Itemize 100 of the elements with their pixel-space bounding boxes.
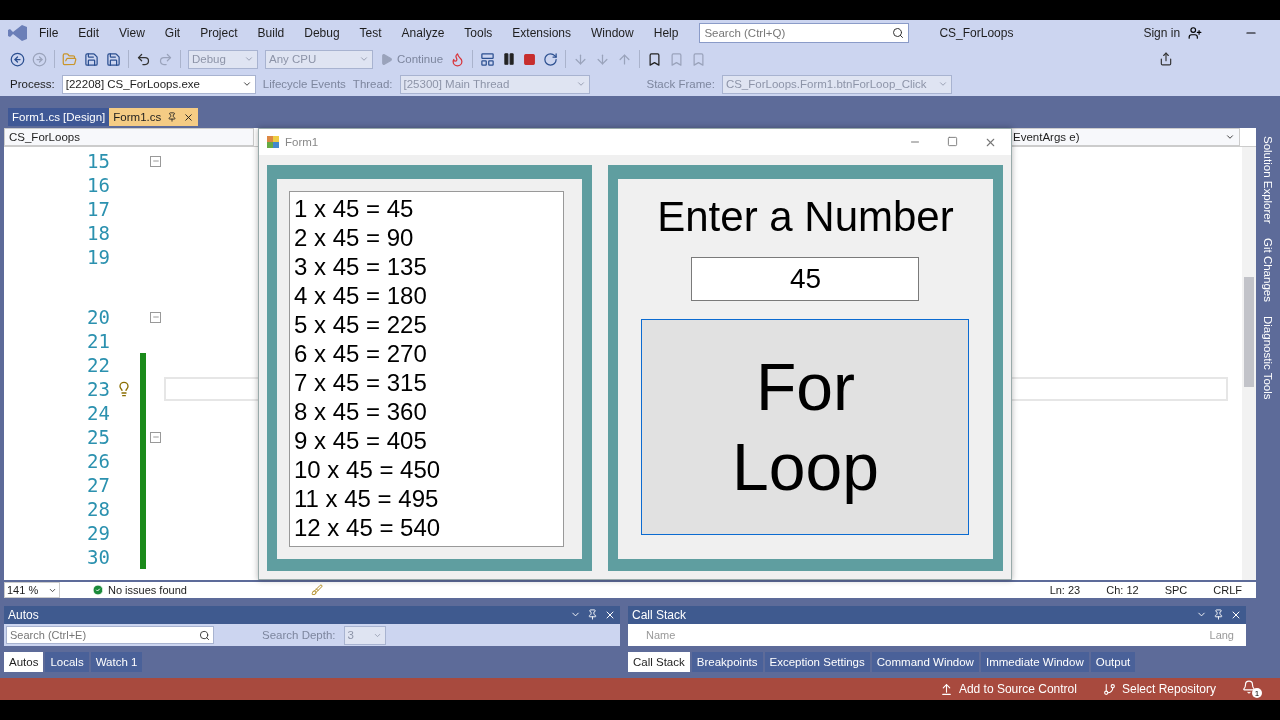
- share-icon[interactable]: [1159, 52, 1173, 66]
- sign-in-link[interactable]: Sign in: [1143, 26, 1181, 40]
- scrollbar[interactable]: [1242, 147, 1256, 580]
- panel-tab[interactable]: Output: [1090, 652, 1136, 672]
- close-icon[interactable]: [183, 111, 195, 123]
- close-icon[interactable]: [1230, 609, 1242, 621]
- menu-item[interactable]: Debug: [295, 23, 349, 43]
- column-indicator[interactable]: Ch: 12: [1106, 584, 1139, 596]
- results-list[interactable]: 1 x 45 = 45 2 x 45 = 90 3 x 45 = 135 4 x 45 = 180 5 x 45 = 225 6 x 45 = 270 7 x 45 = 315 8 x 45 = 360 9 x 45 = 405 10 x 45 = 450 11 x 45 = 495 12 x 45 = 540: [289, 191, 564, 547]
- pause-icon[interactable]: [502, 52, 517, 66]
- stop-icon[interactable]: [523, 52, 537, 66]
- line-number: 23: [86, 378, 110, 400]
- list-item[interactable]: 3 x 45 = 135: [294, 252, 559, 281]
- side-tab[interactable]: Diagnostic Tools: [1262, 315, 1274, 400]
- menu-item[interactable]: Tools: [455, 23, 502, 43]
- branch-icon: [1102, 682, 1116, 696]
- lightbulb-icon[interactable]: [116, 381, 132, 397]
- dropdown-icon[interactable]: [241, 79, 252, 89]
- save-icon[interactable]: [84, 51, 99, 67]
- pin-icon[interactable]: [1213, 609, 1224, 620]
- issues-indicator[interactable]: No issues found: [92, 584, 187, 596]
- pin-icon[interactable]: [587, 609, 598, 620]
- list-item[interactable]: 2 x 45 = 90: [294, 223, 559, 252]
- side-tab[interactable]: Git Changes: [1262, 237, 1274, 302]
- line-number: 22: [86, 354, 110, 376]
- pin-icon[interactable]: [167, 112, 178, 122]
- search-field[interactable]: Search (Ctrl+E): [6, 626, 214, 644]
- user-icon[interactable]: [1188, 26, 1203, 40]
- panel-tab[interactable]: Call Stack: [628, 652, 690, 672]
- panel-tab[interactable]: Command Window: [871, 652, 979, 672]
- list-item[interactable]: 5 x 45 = 225: [294, 310, 559, 339]
- list-item[interactable]: 11 x 45 = 495: [294, 484, 559, 513]
- notifications-button[interactable]: 1: [1242, 680, 1262, 698]
- list-item[interactable]: 1 x 45 = 45: [294, 194, 559, 223]
- document-tab[interactable]: Form1.cs: [109, 108, 199, 126]
- maximize-icon[interactable]: [947, 135, 958, 147]
- source-control-button[interactable]: Add to Source Control: [939, 682, 1077, 696]
- panel-tab[interactable]: Immediate Window: [980, 652, 1089, 672]
- search-icon[interactable]: [892, 27, 905, 39]
- menu-item[interactable]: View: [110, 23, 154, 43]
- line-number: 21: [86, 330, 110, 352]
- menu-item[interactable]: Extensions: [503, 23, 581, 43]
- process-dropdown[interactable]: [22208] CS_ForLoops.exe: [61, 74, 256, 94]
- panel-tab[interactable]: Exception Settings: [764, 652, 870, 672]
- line-number: 15: [86, 150, 110, 172]
- menu-item[interactable]: Window: [582, 23, 643, 43]
- list-item[interactable]: 8 x 45 = 360: [294, 397, 559, 426]
- brush-icon[interactable]: [310, 584, 323, 596]
- line-number: 20: [86, 306, 110, 328]
- number-field[interactable]: 45: [691, 257, 920, 301]
- panel-tab[interactable]: Autos: [4, 652, 44, 672]
- panel-tab[interactable]: Breakpoints: [691, 652, 763, 672]
- restart-icon[interactable]: [543, 51, 559, 67]
- list-item[interactable]: 4 x 45 = 180: [294, 281, 559, 310]
- side-tab[interactable]: Solution Explorer: [1262, 136, 1274, 224]
- panel-tab[interactable]: Locals: [45, 652, 89, 672]
- close-icon[interactable]: [604, 609, 616, 621]
- panel-title: Call Stack: [632, 608, 687, 622]
- menu-item[interactable]: Help: [644, 23, 688, 43]
- list-item[interactable]: 9 x 45 = 405: [294, 426, 559, 455]
- menu-item[interactable]: Analyze: [392, 23, 454, 43]
- stack-frame-label: Stack Frame:: [646, 78, 715, 90]
- menu-item[interactable]: File: [30, 23, 68, 43]
- form-icon: [267, 136, 279, 148]
- for-loop-button[interactable]: For Loop: [641, 319, 970, 535]
- search-field[interactable]: Search (Ctrl+Q): [699, 23, 910, 43]
- dropdown-icon[interactable]: [1225, 132, 1235, 142]
- search-icon[interactable]: [199, 629, 210, 641]
- fold-icon[interactable]: [150, 155, 161, 167]
- panel-tab[interactable]: Watch 1: [90, 652, 143, 672]
- undo-icon[interactable]: [136, 51, 151, 67]
- line-number: 26: [86, 450, 110, 472]
- menu-item[interactable]: Test: [350, 23, 391, 43]
- list-item[interactable]: 12 x 45 = 540: [294, 513, 559, 542]
- whitespace-indicator[interactable]: SPC: [1164, 584, 1188, 596]
- upload-icon: [939, 682, 953, 696]
- bookmark-icon[interactable]: [647, 51, 663, 67]
- menu-item[interactable]: Edit: [69, 23, 109, 43]
- list-item[interactable]: 10 x 45 = 450: [294, 455, 559, 484]
- repository-button[interactable]: Select Repository: [1102, 682, 1216, 696]
- zoom-dropdown[interactable]: 141 %: [4, 582, 60, 598]
- menu-item[interactable]: Git: [155, 23, 190, 43]
- window-icon[interactable]: [480, 51, 496, 67]
- document-tab[interactable]: Form1.cs [Design]: [8, 108, 110, 126]
- prompt-label: Enter a Number: [657, 193, 954, 241]
- line-number: 24: [86, 402, 110, 424]
- back-icon[interactable]: [10, 51, 25, 67]
- project-dropdown[interactable]: CS_ForLoops: [4, 128, 254, 146]
- fold-icon[interactable]: [150, 311, 161, 323]
- fold-icon[interactable]: [150, 431, 161, 443]
- line-indicator[interactable]: Ln: 23: [1049, 584, 1081, 596]
- line-ending-indicator[interactable]: CRLF: [1213, 584, 1242, 596]
- save-all-icon[interactable]: [106, 51, 121, 67]
- list-item[interactable]: 7 x 45 = 315: [294, 368, 559, 397]
- menu-item[interactable]: Project: [191, 23, 247, 43]
- list-item[interactable]: 6 x 45 = 270: [294, 339, 559, 368]
- form-title: Form1: [285, 136, 319, 148]
- line-number: 28: [86, 498, 110, 520]
- menu-item[interactable]: Build: [248, 23, 294, 43]
- process-label: Process:: [10, 78, 55, 90]
